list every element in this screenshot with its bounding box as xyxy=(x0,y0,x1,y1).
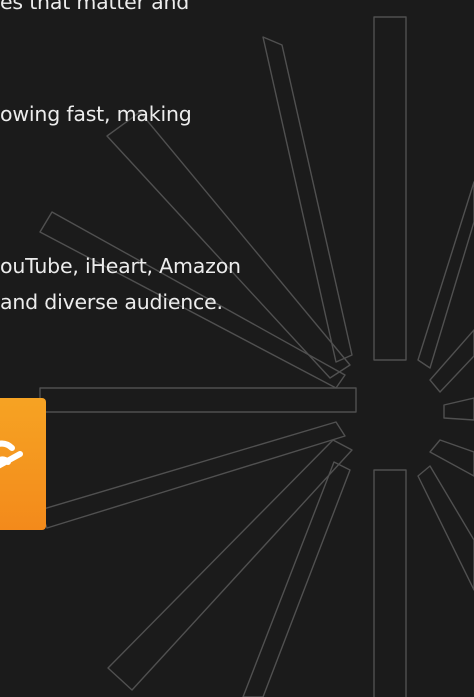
body-text-line-2: owing fast, making xyxy=(0,102,192,126)
body-text-line-4: and diverse audience. xyxy=(0,290,223,314)
page-section: es that matter and owing fast, making ou… xyxy=(0,0,474,697)
audible-app-tile[interactable] xyxy=(0,398,46,530)
body-text-line-1: es that matter and xyxy=(0,0,190,14)
body-text-line-3: ouTube, iHeart, Amazon xyxy=(0,254,241,278)
audible-icon xyxy=(0,440,23,469)
